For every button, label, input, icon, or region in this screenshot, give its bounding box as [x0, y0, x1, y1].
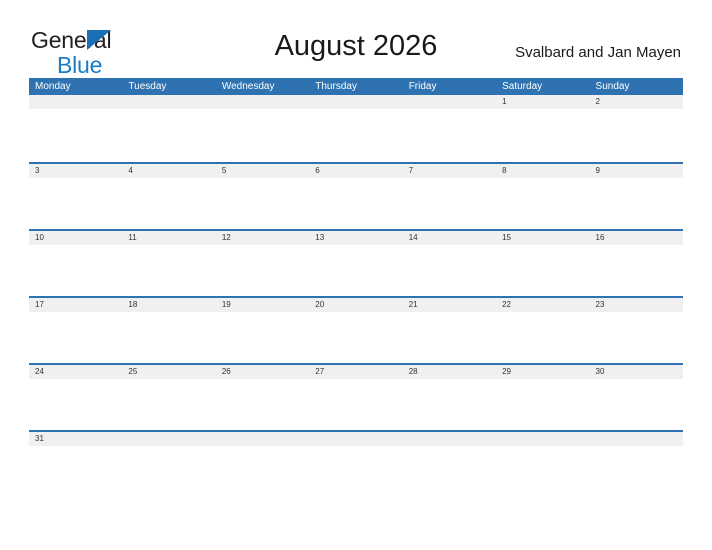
day-cell[interactable]: 4	[122, 164, 215, 178]
weekday-header-friday: Friday	[408, 81, 437, 92]
day-cell[interactable]	[590, 432, 683, 446]
week-body	[29, 245, 683, 296]
day-cell[interactable]: 16	[590, 231, 683, 245]
week-date-band: 24 25 26 27 28 29 30	[29, 365, 683, 379]
week-row: 17 18 19 20 21 22 23	[29, 296, 683, 363]
weekday-header-row: Monday Tuesday Wednesday Thursday Friday…	[29, 78, 683, 95]
day-cell[interactable]: 31	[29, 432, 122, 446]
day-cell[interactable]: 19	[216, 298, 309, 312]
day-cell[interactable]: 1	[496, 95, 589, 109]
week-date-band: 1 2	[29, 95, 683, 109]
day-cell[interactable]: 14	[403, 231, 496, 245]
week-date-band: 31	[29, 432, 683, 446]
day-cell[interactable]	[122, 95, 215, 109]
weekday-header-wednesday: Wednesday	[221, 81, 275, 92]
day-cell[interactable]: 9	[590, 164, 683, 178]
day-cell[interactable]	[309, 432, 402, 446]
weekday-header-sunday: Sunday	[595, 81, 630, 92]
day-cell[interactable]: 21	[403, 298, 496, 312]
day-cell[interactable]: 20	[309, 298, 402, 312]
week-body	[29, 446, 683, 497]
day-cell[interactable]: 11	[122, 231, 215, 245]
day-cell[interactable]: 7	[403, 164, 496, 178]
day-cell[interactable]	[216, 95, 309, 109]
day-cell[interactable]: 5	[216, 164, 309, 178]
day-cell[interactable]	[122, 432, 215, 446]
week-row: 1 2	[29, 95, 683, 162]
day-cell[interactable]	[403, 95, 496, 109]
day-cell[interactable]: 28	[403, 365, 496, 379]
weekday-header-tuesday: Tuesday	[128, 81, 167, 92]
day-cell[interactable]: 13	[309, 231, 402, 245]
week-row: 10 11 12 13 14 15 16	[29, 229, 683, 296]
week-row: 24 25 26 27 28 29 30	[29, 363, 683, 430]
week-row: 31	[29, 430, 683, 497]
day-cell[interactable]: 3	[29, 164, 122, 178]
day-cell[interactable]	[309, 95, 402, 109]
day-cell[interactable]: 8	[496, 164, 589, 178]
day-cell[interactable]: 27	[309, 365, 402, 379]
day-cell[interactable]: 12	[216, 231, 309, 245]
week-date-band: 17 18 19 20 21 22 23	[29, 298, 683, 312]
region-label: Svalbard and Jan Mayen	[515, 44, 681, 61]
weekday-header-monday: Monday	[35, 81, 71, 92]
day-cell[interactable]	[216, 432, 309, 446]
day-cell[interactable]: 26	[216, 365, 309, 379]
week-date-band: 3 4 5 6 7 8 9	[29, 164, 683, 178]
page-header: General Blue August 2026 Svalbard and Ja…	[0, 0, 712, 77]
weekday-header-thursday: Thursday	[315, 81, 357, 92]
week-body	[29, 379, 683, 430]
day-cell[interactable]: 25	[122, 365, 215, 379]
weekday-header-saturday: Saturday	[502, 81, 543, 92]
day-cell[interactable]: 29	[496, 365, 589, 379]
day-cell[interactable]: 30	[590, 365, 683, 379]
day-cell[interactable]: 17	[29, 298, 122, 312]
calendar-table: Monday Tuesday Wednesday Thursday Friday…	[29, 78, 683, 497]
week-body	[29, 312, 683, 363]
week-body	[29, 178, 683, 229]
day-cell[interactable]: 23	[590, 298, 683, 312]
day-cell[interactable]	[403, 432, 496, 446]
week-row: 3 4 5 6 7 8 9	[29, 162, 683, 229]
day-cell[interactable]: 2	[590, 95, 683, 109]
week-body	[29, 109, 683, 160]
day-cell[interactable]	[29, 95, 122, 109]
day-cell[interactable]: 6	[309, 164, 402, 178]
week-date-band: 10 11 12 13 14 15 16	[29, 231, 683, 245]
day-cell[interactable]: 22	[496, 298, 589, 312]
day-cell[interactable]: 15	[496, 231, 589, 245]
day-cell[interactable]: 10	[29, 231, 122, 245]
day-cell[interactable]	[496, 432, 589, 446]
day-cell[interactable]: 24	[29, 365, 122, 379]
day-cell[interactable]: 18	[122, 298, 215, 312]
